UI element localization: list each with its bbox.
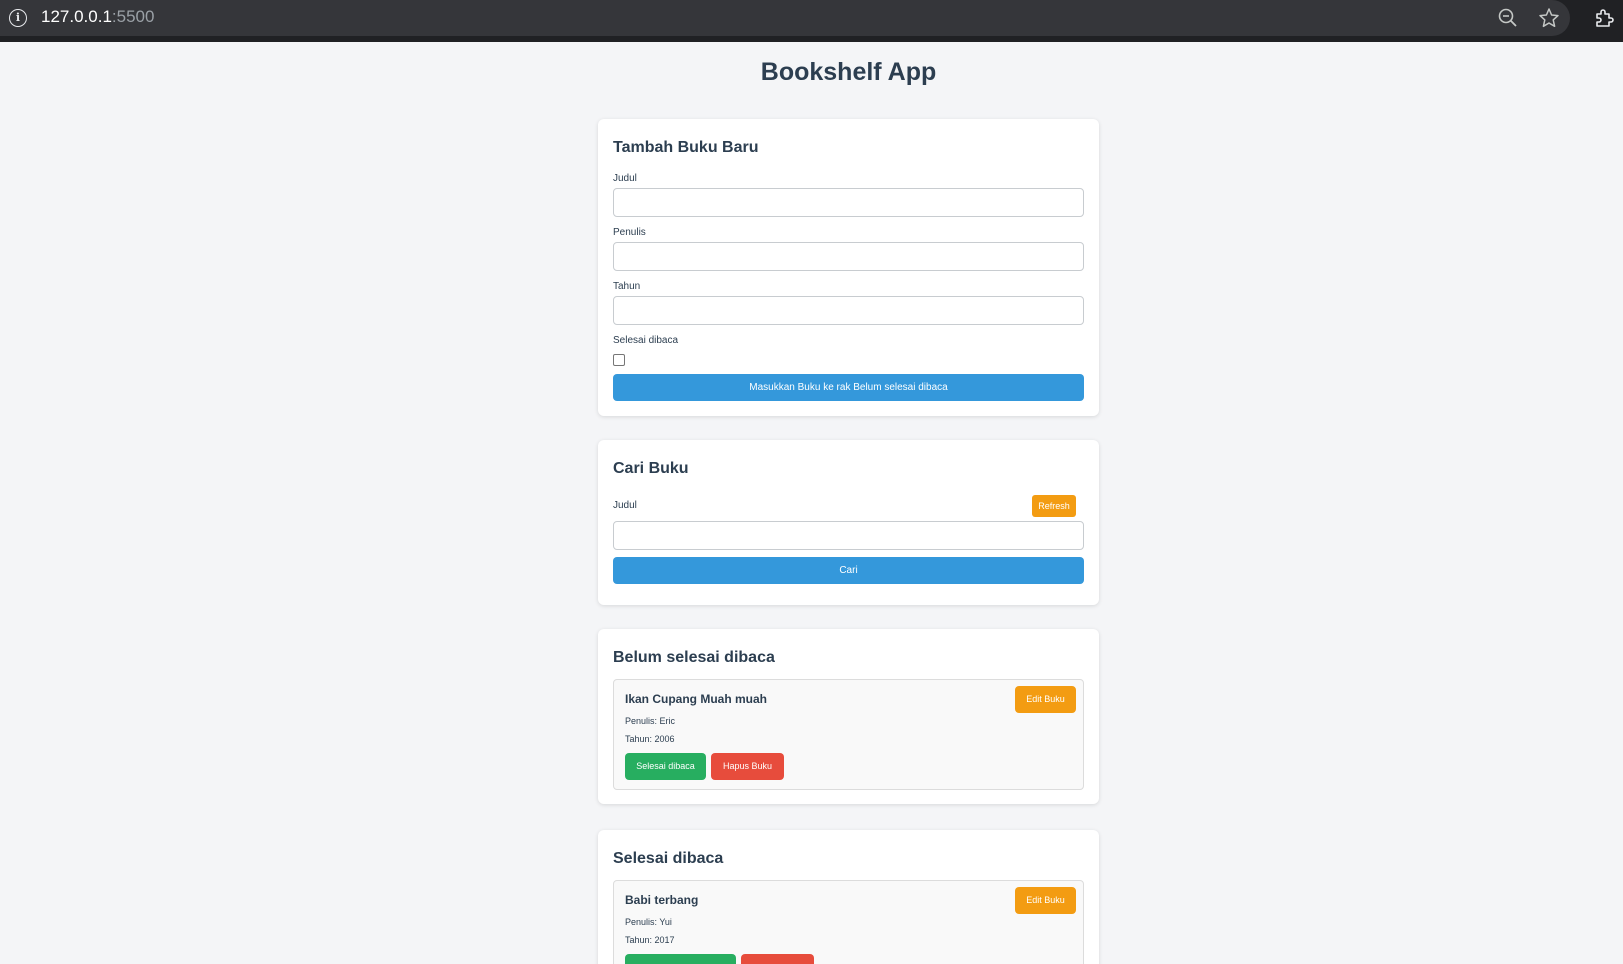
app-title: Bookshelf App — [760, 58, 937, 86]
book-title: Ikan Cupang Muah muah — [625, 692, 768, 706]
year-label: Tahun — [613, 281, 641, 292]
book-author: Penulis: Eric — [625, 716, 676, 726]
incomplete-shelf-card: Belum selesai dibaca Ikan Cupang Muah mu… — [598, 629, 1099, 804]
complete-shelf-heading: Selesai dibaca — [613, 850, 724, 867]
delete-book-button[interactable] — [741, 954, 814, 964]
address-bar[interactable]: i 127.0.0.1:5500 — [0, 0, 1570, 36]
title-label: Judul — [613, 173, 637, 184]
delete-book-button[interactable]: Hapus Buku — [711, 753, 784, 780]
search-submit-button[interactable]: Cari — [613, 557, 1084, 584]
mark-complete-button[interactable]: Selesai dibaca — [625, 753, 706, 780]
book-year: Tahun: 2017 — [625, 935, 675, 945]
search-heading: Cari Buku — [613, 460, 689, 477]
add-book-submit-button[interactable]: Masukkan Buku ke rak Belum selesai dibac… — [613, 374, 1084, 401]
add-book-heading: Tambah Buku Baru — [613, 139, 759, 156]
book-year: Tahun: 2006 — [625, 734, 675, 744]
title-input[interactable] — [613, 188, 1084, 217]
search-card: Cari Buku Refresh Judul Cari — [598, 440, 1099, 605]
bookmark-star-icon[interactable] — [1537, 6, 1561, 30]
complete-shelf-card: Selesai dibaca Babi terbang Edit Buku Pe… — [598, 830, 1099, 964]
site-info-icon[interactable]: i — [9, 9, 27, 27]
edit-book-button[interactable]: Edit Buku — [1015, 887, 1076, 914]
year-input[interactable] — [613, 296, 1084, 325]
url-host: 127.0.0.1 — [41, 7, 112, 26]
mark-incomplete-button[interactable] — [625, 954, 736, 964]
search-title-label: Judul — [613, 500, 637, 511]
browser-toolbar: i 127.0.0.1:5500 — [0, 0, 1623, 42]
zoom-out-icon[interactable] — [1497, 7, 1519, 29]
book-item: Ikan Cupang Muah muah Edit Buku Penulis:… — [613, 679, 1084, 790]
incomplete-shelf-heading: Belum selesai dibaca — [613, 649, 775, 666]
book-title: Babi terbang — [625, 893, 699, 907]
search-title-input[interactable] — [613, 521, 1084, 550]
author-label: Penulis — [613, 227, 646, 238]
refresh-button[interactable]: Refresh — [1032, 495, 1076, 517]
complete-label: Selesai dibaca — [613, 335, 679, 346]
extensions-puzzle-icon[interactable] — [1592, 6, 1616, 30]
add-book-card: Tambah Buku Baru Judul Penulis Tahun Sel… — [598, 119, 1099, 416]
url-text[interactable]: 127.0.0.1:5500 — [41, 7, 154, 27]
complete-checkbox[interactable] — [613, 354, 625, 366]
book-author: Penulis: Yui — [625, 917, 672, 927]
author-input[interactable] — [613, 242, 1084, 271]
url-port: :5500 — [111, 7, 155, 26]
edit-book-button[interactable]: Edit Buku — [1015, 686, 1076, 713]
book-item: Babi terbang Edit Buku Penulis: Yui Tahu… — [613, 880, 1084, 964]
